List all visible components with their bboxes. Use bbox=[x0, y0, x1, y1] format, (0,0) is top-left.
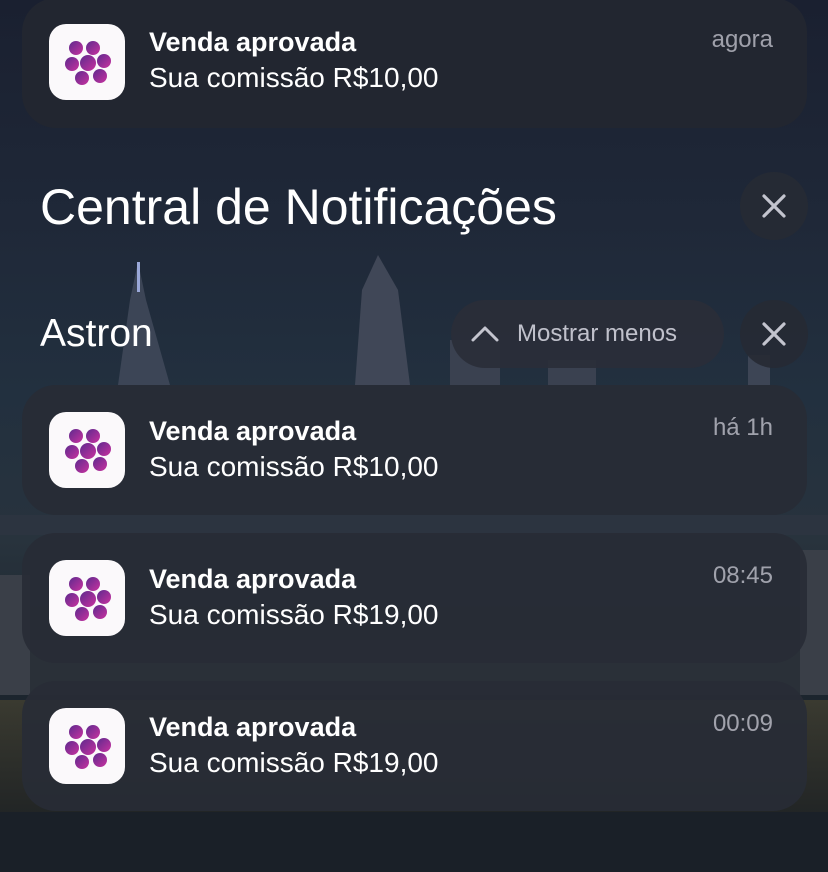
close-icon bbox=[762, 194, 786, 218]
astron-logo-icon bbox=[49, 708, 125, 784]
notification-card[interactable]: Venda aprovada Sua comissão R$10,00 há 1… bbox=[22, 385, 807, 515]
show-less-label: Mostrar menos bbox=[517, 320, 678, 347]
notification-time: há 1h bbox=[712, 414, 773, 441]
notification-body: Sua comissão R$10,00 bbox=[149, 62, 439, 93]
top-notification-banner[interactable]: Venda aprovada Sua comissão R$10,00 agor… bbox=[22, 0, 807, 128]
astron-logo-icon bbox=[49, 412, 125, 488]
notification-title: Venda aprovada bbox=[149, 712, 357, 742]
notification-card[interactable]: Venda aprovada Sua comissão R$19,00 08:4… bbox=[22, 533, 807, 663]
astron-logo-icon bbox=[49, 24, 125, 100]
notification-body: Sua comissão R$19,00 bbox=[149, 747, 439, 778]
notification-body: Sua comissão R$19,00 bbox=[149, 599, 439, 630]
notification-card[interactable]: Venda aprovada Sua comissão R$19,00 00:0… bbox=[22, 681, 807, 811]
notification-time: 08:45 bbox=[712, 562, 773, 589]
notification-time: agora bbox=[711, 26, 773, 53]
close-icon bbox=[762, 322, 786, 346]
notification-body: Sua comissão R$10,00 bbox=[149, 451, 439, 482]
notification-title: Venda aprovada bbox=[149, 27, 357, 57]
show-less-button[interactable]: Mostrar menos bbox=[451, 300, 724, 368]
notification-center-title: Central de Notificações bbox=[40, 179, 557, 235]
clear-all-button[interactable] bbox=[740, 172, 808, 240]
notification-time: 00:09 bbox=[712, 710, 773, 737]
clear-group-button[interactable] bbox=[740, 300, 808, 368]
chevron-up-icon bbox=[471, 326, 499, 342]
group-app-name: Astron bbox=[40, 312, 153, 355]
astron-logo-icon bbox=[49, 560, 125, 636]
notification-title: Venda aprovada bbox=[149, 416, 357, 446]
notification-title: Venda aprovada bbox=[149, 564, 357, 594]
